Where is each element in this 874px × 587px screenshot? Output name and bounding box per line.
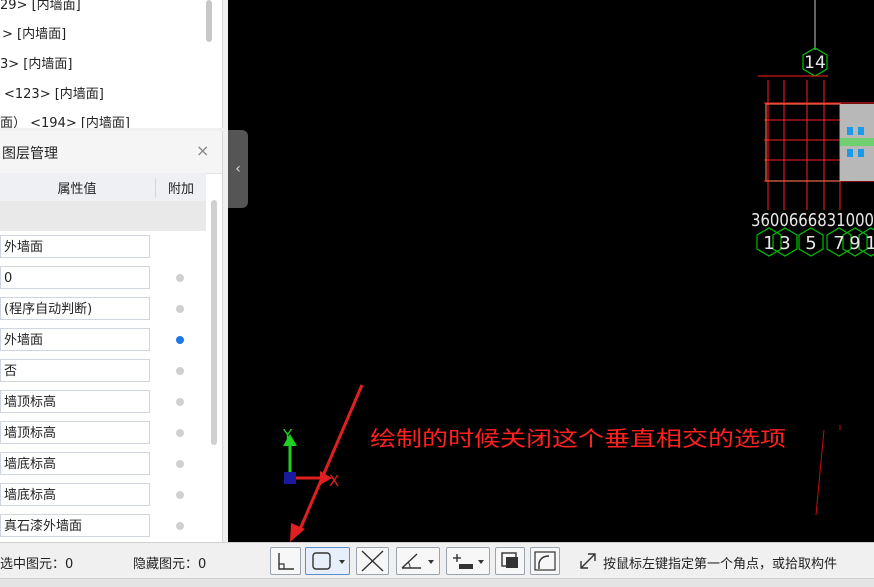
cross-intersect-button[interactable] [356, 547, 389, 575]
cross-intersect-icon [361, 550, 384, 572]
stray-line [815, 429, 825, 516]
list-scrollbar[interactable] [206, 0, 212, 42]
wall-outline [765, 103, 841, 182]
axis-label-bottom: 9 [849, 233, 860, 254]
panel-title: 图层管理 [2, 146, 58, 162]
panel-collapse-tab[interactable]: ‹ [228, 130, 248, 208]
property-row: 0 [0, 263, 206, 294]
arc-edit-button[interactable] [530, 547, 560, 575]
property-value-field[interactable]: 墙底标高 [0, 483, 150, 506]
screen-capture-button[interactable] [495, 547, 525, 575]
panel-scrollbar[interactable] [211, 200, 217, 445]
extra-radio[interactable] [176, 491, 184, 499]
axis-y-label: Y [282, 426, 293, 444]
list-item[interactable]: 3> [内墙面] [0, 53, 72, 72]
axis-label-bottom: 7 [833, 233, 844, 254]
rectangle-draw-icon [312, 552, 345, 570]
extra-radio[interactable] [176, 367, 184, 375]
list-item[interactable]: > [内墙面] [2, 23, 66, 42]
property-value-field[interactable]: 外墙面 [0, 328, 150, 351]
property-value-field[interactable]: 真石漆外墙面 [0, 514, 150, 537]
perpendicular-snap-button[interactable] [270, 547, 301, 575]
annotation-arrow [296, 384, 364, 535]
column-marker [847, 149, 853, 157]
column-marker [847, 127, 853, 135]
angle-icon [401, 553, 434, 569]
property-value-field[interactable]: 0 [0, 266, 150, 289]
property-row: (程序自动判断) [0, 294, 206, 325]
component-list: 29> [内墙面] > [内墙面] 3> [内墙面] <123> [内墙面] 面… [0, 0, 223, 128]
column-marker [858, 127, 864, 135]
drawing-canvas[interactable]: 14 3600666831000 1 3 5 7 9 1 绘制的时候关闭这个垂直… [228, 0, 874, 542]
axis-x-label: X [329, 472, 339, 490]
extra-radio[interactable] [176, 429, 184, 437]
property-row: 墙顶标高 [0, 387, 206, 418]
property-row: 墙底标高 [0, 449, 206, 480]
angle-button[interactable] [396, 547, 440, 575]
extra-radio[interactable] [176, 460, 184, 468]
extra-radio[interactable] [176, 522, 184, 530]
property-row: 真石漆外墙面 [0, 511, 206, 542]
layer-management-panel: 图层管理 × 属性值 附加 外墙面 0 (程序自动判断) 外墙面 否 墙顶标高 … [0, 131, 223, 542]
column-marker [858, 149, 864, 157]
list-item[interactable]: 29> [内墙面] [0, 0, 81, 13]
extra-radio[interactable] [176, 398, 184, 406]
axis-label-top: 14 [804, 53, 826, 73]
room-band [840, 138, 874, 146]
property-row: 外墙面 [0, 232, 206, 263]
property-value-field[interactable]: 墙顶标高 [0, 390, 150, 413]
annotation-text: 绘制的时候关闭这个垂直相交的选项 [370, 427, 786, 451]
property-value-field[interactable]: 否 [0, 359, 150, 382]
property-row: 外墙面 [0, 325, 206, 356]
property-row: 墙底标高 [0, 480, 206, 511]
selected-count: 选中图元：0 [0, 557, 74, 572]
property-group-row [0, 201, 206, 231]
property-value-field[interactable]: 外墙面 [0, 235, 150, 258]
column-header-extra: 附加 [155, 178, 206, 198]
list-item[interactable]: 面） <194> [内墙面] [0, 112, 130, 128]
property-row: 否 [0, 356, 206, 387]
property-row: 墙顶标高 [0, 418, 206, 449]
axis-label-bottom: 1 [763, 233, 774, 254]
perpendicular-snap-icon [278, 553, 294, 570]
canvas-drawing: 14 3600666831000 1 3 5 7 9 1 绘制的时候关闭这个垂直… [282, 0, 874, 542]
panel-header: 图层管理 × [0, 131, 222, 174]
extra-radio[interactable] [176, 274, 184, 282]
property-value-field[interactable]: 墙顶标高 [0, 421, 150, 444]
property-value-field[interactable]: (程序自动判断) [0, 297, 150, 320]
axis-label-bottom: 5 [805, 233, 816, 254]
column-header-value: 属性值 [57, 182, 97, 197]
hidden-count: 隐藏图元：0 [133, 557, 207, 572]
status-bar: 选中图元：0 隐藏图元：0 按鼠标左键指定第一个角点，或拾取构件 [0, 542, 874, 579]
command-hint: 按鼠标左键指定第一个角点，或拾取构件 [603, 557, 838, 572]
property-table-header: 属性值 附加 [0, 173, 206, 202]
offset-point-icon [453, 554, 484, 569]
axis-label-bottom: 3 [779, 233, 790, 254]
offset-point-button[interactable] [446, 547, 490, 575]
extra-radio-selected[interactable] [176, 336, 184, 344]
rectangle-draw-button[interactable] [305, 547, 350, 575]
axis-label-bottom: 1 [865, 233, 874, 254]
arc-edit-icon [534, 551, 556, 571]
extra-radio[interactable] [176, 305, 184, 313]
close-icon[interactable]: × [196, 141, 209, 160]
screen-capture-icon [501, 552, 518, 568]
property-value-field[interactable]: 墙底标高 [0, 452, 150, 475]
list-item[interactable]: <123> [内墙面] [4, 83, 104, 102]
ucs-origin [284, 472, 296, 484]
resize-arrow-icon [580, 553, 596, 569]
